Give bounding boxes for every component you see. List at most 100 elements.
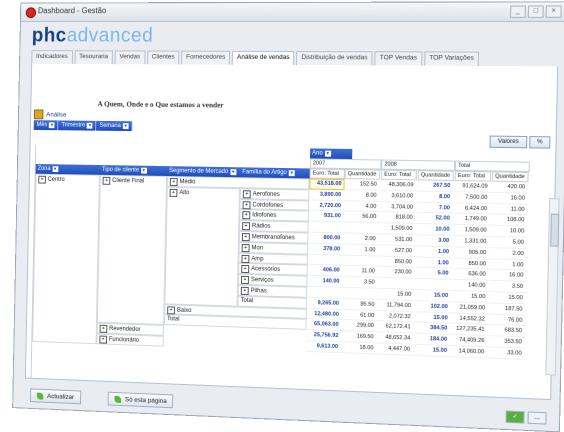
chevron-down-icon[interactable]: ▾ <box>230 169 237 176</box>
chevron-down-icon[interactable]: ▾ <box>324 150 331 157</box>
pivot-cell[interactable]: 48,306.09 <box>380 179 417 192</box>
pivot-cell[interactable]: 52.00 <box>416 213 453 225</box>
pivot-cell[interactable]: 8.00 <box>344 189 380 202</box>
close-button[interactable]: × <box>545 5 562 18</box>
expand-icon[interactable]: + <box>240 286 249 295</box>
chevron-down-icon[interactable]: ▾ <box>122 123 129 130</box>
pivot-cell[interactable]: 91,624.09 <box>454 181 491 193</box>
expand-icon[interactable]: + <box>242 200 251 209</box>
pivot-cell[interactable]: 2,720.00 <box>308 200 345 212</box>
expand-icon[interactable]: + <box>167 305 176 315</box>
ok-icon[interactable]: ✓ <box>505 410 525 424</box>
pivot-cell[interactable]: 3,704.00 <box>380 201 417 214</box>
chevron-down-icon[interactable]: ▾ <box>140 167 147 174</box>
pivot-cell[interactable]: 5.00 <box>490 236 528 249</box>
pivot-cell[interactable]: 3,610.00 <box>380 190 417 203</box>
maximize-button[interactable]: □ <box>527 5 544 18</box>
pivot-cell[interactable]: 6,424.00 <box>453 203 491 215</box>
pivot-cell[interactable]: 15.00 <box>413 344 451 357</box>
pivot-cell[interactable]: 10.00 <box>416 224 453 236</box>
tipo-cliente-final[interactable]: + Cliente Final <box>96 174 168 326</box>
pivot-cell[interactable]: 905.00 <box>453 247 490 259</box>
pivot-cell[interactable] <box>308 221 344 234</box>
pivot-cell[interactable]: 420.00 <box>491 181 529 194</box>
expand-icon[interactable]: + <box>242 222 251 231</box>
pivot-cell[interactable]: 7,500.00 <box>454 192 491 204</box>
expand-icon[interactable]: + <box>169 188 178 197</box>
pivot-cell[interactable]: 33.00 <box>488 347 525 360</box>
pivot-cell[interactable]: 8.00 <box>417 191 454 203</box>
pivot-cell[interactable]: 1,509.00 <box>379 223 416 236</box>
pivot-cell[interactable]: 1.00 <box>416 246 453 258</box>
expand-icon[interactable]: + <box>99 335 108 344</box>
pivot-grid[interactable]: Ano ▾ 2007 2008 Total Euro: Total Quantidade Eu… <box>30 144 550 399</box>
expand-icon[interactable]: + <box>241 233 250 242</box>
tab-4[interactable]: Fornecedores <box>181 50 231 65</box>
pivot-cell[interactable]: 3.00 <box>416 235 453 248</box>
pivot-cell[interactable] <box>343 222 380 235</box>
scrollbar-thumb[interactable] <box>550 213 560 247</box>
tab-5[interactable]: Análise de vendas <box>231 50 295 66</box>
expand-icon[interactable]: + <box>38 175 46 184</box>
chevron-down-icon[interactable]: ▾ <box>87 122 93 129</box>
options-icon[interactable]: … <box>527 411 547 425</box>
chevron-down-icon[interactable]: ▾ <box>49 122 55 129</box>
pivot-cell[interactable]: 18.00 <box>341 342 377 355</box>
expand-icon[interactable]: + <box>102 176 111 185</box>
chevron-down-icon[interactable]: ▾ <box>288 170 295 177</box>
familia-10[interactable]: Total <box>237 295 308 309</box>
pivot-cell[interactable]: 1,509.00 <box>453 225 490 237</box>
expand-icon[interactable]: + <box>169 178 178 187</box>
expand-icon[interactable]: + <box>241 243 250 252</box>
pivot-cell[interactable]: 267.50 <box>417 180 454 192</box>
tab-1[interactable]: Tesouraria <box>74 50 113 65</box>
pivot-cell[interactable]: 11.00 <box>491 203 528 216</box>
pivot-cell[interactable]: 10.00 <box>490 225 528 238</box>
pivot-cell[interactable]: 4,447.00 <box>377 343 414 356</box>
expand-icon[interactable]: + <box>241 265 250 274</box>
pivot-cell[interactable]: 1,749.00 <box>453 214 491 226</box>
chevron-down-icon[interactable]: ▾ <box>52 166 59 173</box>
analysis-node[interactable]: Análise <box>33 109 67 120</box>
pivot-cell[interactable]: 108.00 <box>490 214 528 227</box>
pivot-cell[interactable]: 152.50 <box>344 179 381 191</box>
minimize-button[interactable]: _ <box>509 5 526 18</box>
tab-8[interactable]: TOP Variações <box>423 51 480 66</box>
tab-2[interactable]: Vendas <box>114 50 146 65</box>
dimension-filter-0[interactable]: Mês ▾ <box>33 120 59 131</box>
expand-icon[interactable]: + <box>241 254 250 263</box>
tab-0[interactable]: Indicadores <box>31 50 73 64</box>
refresh-button[interactable]: Actualizar <box>30 388 81 405</box>
tipo-funcionario[interactable]: + Funcionário <box>96 333 164 347</box>
pivot-cell[interactable]: 7.00 <box>416 202 454 214</box>
tab-6[interactable]: Distribuição de vendas <box>296 51 373 66</box>
dimension-filter-2[interactable]: Semana ▾ <box>96 120 133 132</box>
pivot-cell[interactable]: 9,613.00 <box>305 340 342 353</box>
percent-button[interactable]: % <box>529 136 551 149</box>
expand-icon[interactable]: + <box>99 324 108 334</box>
values-button[interactable]: Valores <box>489 135 528 149</box>
pivot-cell[interactable]: 43,518.00 <box>309 178 345 190</box>
segmento-alto[interactable]: + Alto <box>164 186 240 307</box>
pivot-cell[interactable]: 818.00 <box>380 212 416 225</box>
pivot-cell[interactable]: 16.00 <box>491 192 529 205</box>
pivot-cell[interactable]: 800.00 <box>308 232 344 245</box>
expand-icon[interactable]: + <box>240 276 249 285</box>
pivot-cell[interactable]: 3,890.00 <box>309 189 345 201</box>
pivot-cell[interactable]: 2.00 <box>343 233 379 246</box>
pivot-cell[interactable]: 531.00 <box>379 234 416 247</box>
dimension-filter-1[interactable]: Trimestre ▾ <box>58 120 97 131</box>
tab-7[interactable]: TOP Vendas <box>374 51 423 66</box>
pivot-cell[interactable]: 931.00 <box>308 210 344 223</box>
tab-3[interactable]: Clientes <box>146 50 180 65</box>
expand-icon[interactable]: + <box>242 211 251 220</box>
pivot-cell[interactable]: 2.00 <box>490 247 528 260</box>
pivot-cell[interactable]: 1,331.00 <box>453 236 490 248</box>
zona-centro[interactable]: + Centro <box>32 173 100 345</box>
this-page-button[interactable]: Só esta página <box>107 391 174 409</box>
pivot-column-dimension[interactable]: Ano ▾ <box>309 148 353 160</box>
expand-icon[interactable]: + <box>242 190 251 199</box>
pivot-cell[interactable]: 4.00 <box>343 200 380 213</box>
pivot-cell[interactable]: 14,060.00 <box>450 346 488 359</box>
pivot-cell[interactable]: 56.00 <box>343 211 380 224</box>
